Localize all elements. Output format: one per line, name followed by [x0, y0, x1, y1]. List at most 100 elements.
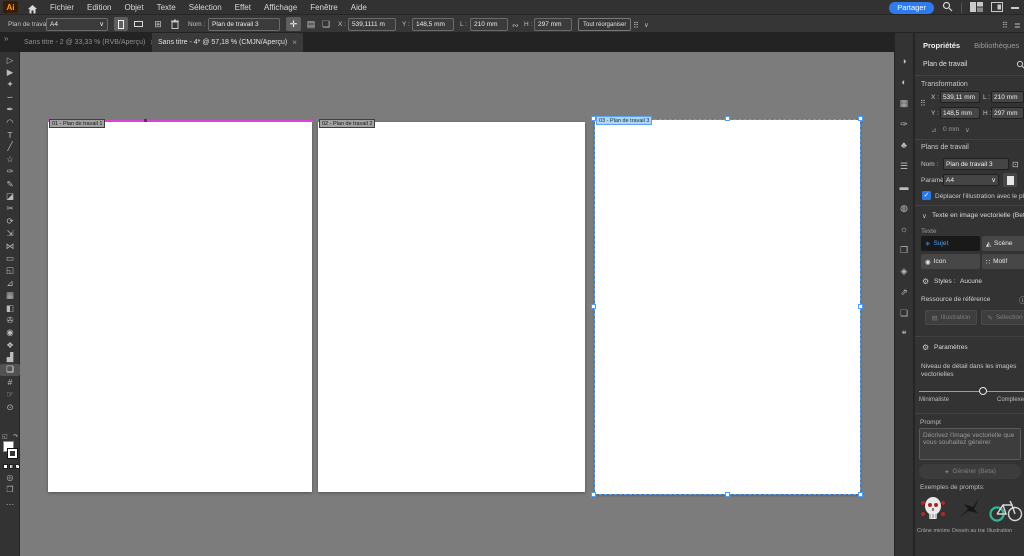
document-tab-2[interactable]: Sans titre - 4* @ 57,18 % (CMJN/Aperçu) … — [152, 33, 303, 52]
y-input[interactable] — [412, 17, 454, 31]
panel-width-input[interactable] — [991, 91, 1024, 103]
color-mode-gradient[interactable] — [9, 464, 14, 469]
panel-artboard-name-input[interactable] — [943, 158, 1009, 170]
close-icon[interactable]: × — [292, 33, 297, 52]
tool-paintbrush[interactable]: ✑ — [0, 166, 20, 178]
motif-button[interactable]: ∷ Motif — [982, 254, 1024, 269]
link-dimensions-icon[interactable]: ∾ — [512, 21, 519, 30]
color-mode-color[interactable] — [3, 464, 8, 469]
tool-hand[interactable]: ☞ — [0, 389, 20, 401]
rearrange-all-button[interactable]: Tout réorganiser — [578, 18, 632, 31]
dock-icon-appearance[interactable]: ☼ — [894, 223, 914, 235]
edit-toolbar-icon[interactable]: … — [0, 497, 20, 507]
panel-height-input[interactable] — [991, 107, 1024, 119]
stroke-swatch[interactable] — [7, 448, 18, 459]
handle-bottom-right[interactable] — [858, 492, 863, 497]
dock-icon-layers[interactable]: ◈ — [894, 265, 914, 277]
tool-artboard[interactable]: ❏ — [0, 363, 20, 377]
tool-selection[interactable]: ▷ — [0, 54, 20, 66]
tool-pencil[interactable]: ✎ — [0, 178, 20, 190]
info-icon[interactable]: ⓘ — [1019, 295, 1024, 306]
menu-1[interactable]: Edition — [87, 3, 111, 12]
menu-7[interactable]: Fenêtre — [310, 3, 338, 12]
x-input[interactable] — [348, 17, 396, 31]
handle-bottom-center[interactable] — [725, 492, 730, 497]
drawing-modes-icon[interactable]: ◎ — [0, 473, 20, 482]
tool-slice[interactable]: # — [0, 376, 20, 388]
landscape-orientation-button[interactable] — [131, 17, 145, 31]
dock-icon-gradient-annotator[interactable]: ▬ — [894, 181, 914, 193]
artboard-2[interactable] — [318, 122, 585, 492]
scene-button[interactable]: ◭ Scène — [982, 236, 1024, 251]
document-tab-1[interactable]: Sans titre - 2 @ 33,33 % (RVB/Aperçu) × — [18, 33, 161, 52]
tool-scale[interactable]: ⇲ — [0, 227, 20, 239]
menu-8[interactable]: Aide — [351, 3, 367, 12]
tool-rotate[interactable]: ⟳ — [0, 215, 20, 227]
tool-eyedropper[interactable]: ✇ — [0, 314, 20, 326]
artboard-1[interactable] — [48, 122, 312, 492]
tool-free-transform[interactable]: ▭ — [0, 252, 20, 264]
example-thumb-bird[interactable] — [952, 492, 984, 526]
tool-blend[interactable]: ◉ — [0, 327, 20, 339]
tool-symbol-sprayer[interactable]: ❖ — [0, 339, 20, 351]
reference-point-grid-icon[interactable]: ⠿ — [920, 99, 926, 108]
sujet-button[interactable]: ✳ Sujet — [921, 236, 980, 251]
tool-direct-selection[interactable]: ▶ — [0, 66, 20, 78]
example-thumb-bicycle[interactable] — [987, 492, 1024, 526]
grid-view-icon[interactable]: ⠿ — [1002, 21, 1008, 30]
tab-proprietes[interactable]: Propriétés — [923, 41, 960, 50]
default-swatches-icon[interactable]: ◱ — [2, 433, 8, 440]
menu-6[interactable]: Affichage — [264, 3, 297, 12]
width-input[interactable] — [470, 17, 508, 31]
tool-magic-wand[interactable]: ✦ — [0, 79, 20, 91]
minimize-icon[interactable] — [1011, 6, 1019, 9]
gear-icon[interactable]: ⚙ — [922, 277, 929, 286]
tool-scissors[interactable]: ✂ — [0, 203, 20, 215]
artboard-2-tag[interactable]: 02 - Plan de travail 2 — [319, 119, 376, 128]
chevron-down-icon[interactable]: ∨ — [644, 21, 649, 29]
artboard-1-tag[interactable]: 01 - Plan de travail 1 — [49, 119, 106, 128]
screen-mode-icon[interactable]: ❐ — [0, 485, 20, 494]
anchor-point[interactable] — [144, 119, 147, 122]
tool-mesh[interactable]: ▦ — [0, 289, 20, 301]
tool-shape-builder[interactable]: ◱ — [0, 265, 20, 277]
menu-4[interactable]: Sélection — [189, 3, 222, 12]
chevron-down-icon[interactable]: ∨ — [965, 126, 970, 134]
embed-icon[interactable]: ⊡ — [1012, 160, 1019, 169]
dock-icon-gradient[interactable]: ◐ — [894, 76, 914, 88]
styles-value[interactable]: Aucune — [960, 278, 982, 285]
height-input[interactable] — [534, 17, 572, 31]
dock-icon-symbols[interactable]: ♣ — [894, 139, 914, 151]
tool-zoom[interactable]: ⊙ — [0, 401, 20, 413]
artboard-options-button[interactable]: ▤ — [304, 17, 318, 31]
tool-lasso[interactable]: ∽ — [0, 91, 20, 103]
handle-top-left[interactable] — [591, 116, 596, 121]
handle-top-right[interactable] — [858, 116, 863, 121]
tool-shapes[interactable]: ☆ — [0, 153, 20, 165]
dock-icon-transparency[interactable]: ◍ — [894, 202, 914, 214]
share-button[interactable]: Partager — [889, 1, 934, 14]
page-orientation-button[interactable] — [1003, 173, 1017, 187]
toolbar-collapse-icon[interactable]: » — [4, 34, 8, 43]
artboard-3-tag[interactable]: 03 - Plan de travail 3 — [596, 116, 653, 125]
tool-type[interactable]: T — [0, 128, 20, 140]
selection-button[interactable]: ✎ Sélection — [981, 310, 1024, 325]
delete-artboard-button[interactable] — [168, 17, 182, 31]
handle-middle-left[interactable] — [591, 304, 596, 309]
menu-0[interactable]: Fichier — [50, 3, 74, 12]
search-icon[interactable] — [1016, 60, 1024, 72]
preset-dropdown[interactable]: A4 ∨ — [46, 17, 108, 31]
panel-y-input[interactable] — [940, 107, 980, 119]
tool-graph[interactable]: ▟ — [0, 351, 20, 363]
menu-2[interactable]: Objet — [124, 3, 143, 12]
tool-shaper[interactable]: ◪ — [0, 190, 20, 202]
tool-gradient[interactable]: ◧ — [0, 302, 20, 314]
dock-icon-brushes[interactable]: ✑ — [894, 118, 914, 130]
detail-slider-track[interactable] — [919, 391, 1024, 392]
dock-icon-graphic-styles[interactable]: ❐ — [894, 244, 914, 256]
panel-preset-dropdown[interactable]: A4 ∨ — [943, 174, 999, 186]
gear-icon[interactable]: ⚙ — [922, 343, 929, 352]
handle-top-center[interactable] — [725, 116, 730, 121]
panel-toggle-icon[interactable]: ≣ — [1014, 21, 1021, 30]
icon-button[interactable]: ◉ Icon — [921, 254, 980, 269]
